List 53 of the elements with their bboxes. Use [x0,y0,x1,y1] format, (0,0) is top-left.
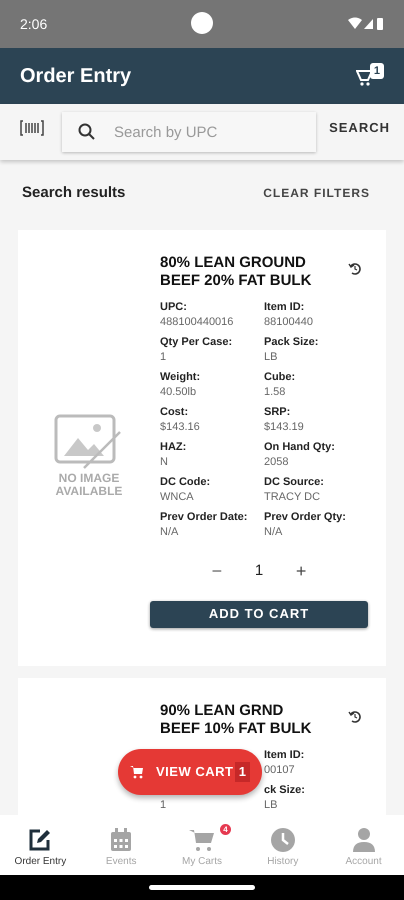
field-label: UPC: [160,300,188,314]
field-value: $143.19 [264,420,305,434]
field-value: TRACY DC [264,490,322,504]
field-value: 2058 [264,454,290,470]
add-to-cart-button[interactable]: ADD TO CART [150,600,368,628]
field-value: N/A [264,524,284,540]
field-value: N/A [160,524,180,540]
field-label: SRP: [264,404,292,420]
cart-count-badge: 1 [234,762,250,782]
field-value: LB [264,798,278,812]
app-title: Order Entry [20,64,132,89]
field-value: LB [264,350,278,364]
quantity-value: 1 [254,560,264,581]
field-value: 1.58 [264,384,286,400]
field-label: Item ID: [264,748,306,762]
product-title: 90% LEAN GRND BEEF 10% FAT BULK [160,702,312,738]
cart-button[interactable]: 1 [356,63,384,89]
field-label: DC Source: [264,474,325,490]
field-label: HAZ: [160,440,188,454]
nav-tab[interactable]: Order Entry [0,822,81,868]
field-value: 1 [160,350,168,364]
search-button[interactable]: SEARCH [329,118,390,138]
field-value: 488100440016 [160,314,234,330]
decrease-button[interactable]: − [208,558,225,584]
field-value: N [160,454,169,470]
field-value: 00107 [264,762,296,778]
field-label: Cost: [160,404,190,420]
field-value: $143.16 [160,420,201,434]
cart-count-badge: 1 [370,63,384,79]
field-label: On Hand Qty: [264,440,336,454]
field-value: 40.50lb [160,384,198,400]
field-label: Prev Order Qty: [264,510,347,524]
field-label: DC Code: [160,474,212,490]
nav-tab[interactable]: 4 My Carts [162,822,242,868]
field-label: ck Size: [264,782,306,798]
notification-badge: 4 [220,824,231,834]
field-value: 1 [160,798,168,812]
no-image-label: NO IMAGE AVAILABLE [54,472,124,498]
section-heading: Search results [22,183,126,203]
field-value: 88100440 [264,314,314,330]
field-label: Qty Per Case: [160,334,234,350]
field-value: WNCA [160,490,195,504]
product-title: 80% LEAN GROUND BEEF 20% FAT BULK [160,254,312,290]
field-label: Prev Order Date: [160,510,248,524]
field-label: Cube: [264,370,296,384]
field-label: Item ID: [264,300,306,314]
search-field[interactable]: Search by UPC [62,112,316,152]
status-time: 2:06 [20,14,48,34]
field-label: Weight: [160,370,202,384]
increase-button[interactable]: + [293,558,310,584]
field-label: Pack Size: [264,334,320,350]
clear-filters-button[interactable]: CLEAR FILTERS [263,184,370,202]
view-cart-button[interactable]: VIEW CART 1 [118,749,262,795]
